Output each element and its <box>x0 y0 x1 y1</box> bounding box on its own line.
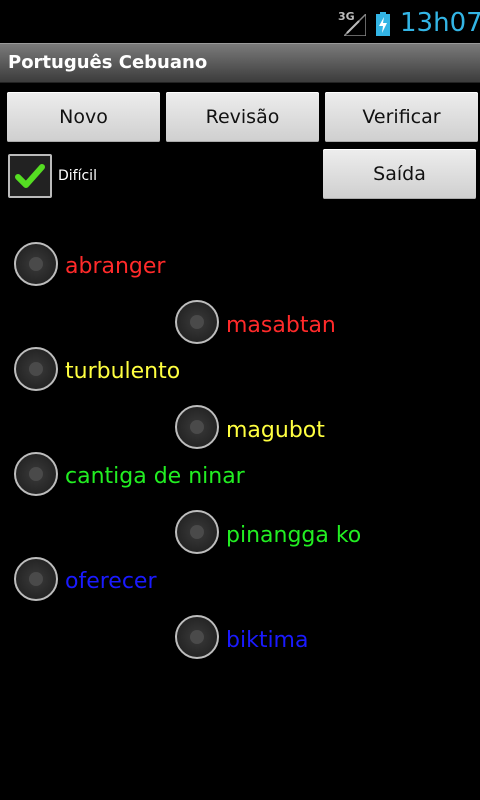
title-bar: Português Cebuano <box>0 43 480 83</box>
radio-button[interactable] <box>175 405 219 449</box>
radio-button[interactable] <box>175 300 219 344</box>
radio-button[interactable] <box>14 557 58 601</box>
signal-icon <box>344 14 366 36</box>
word-label[interactable]: oferecer <box>65 569 157 594</box>
radio-button[interactable] <box>14 452 58 496</box>
radio-button[interactable] <box>175 615 219 659</box>
verificar-button[interactable]: Verificar <box>325 92 478 142</box>
word-label[interactable]: turbulento <box>65 359 180 384</box>
word-label[interactable]: cantiga de ninar <box>65 464 245 489</box>
battery-charging-icon <box>376 12 390 36</box>
word-label[interactable]: magubot <box>226 418 325 443</box>
word-label[interactable]: pinangga ko <box>226 523 361 548</box>
novo-button[interactable]: Novo <box>7 92 160 142</box>
revisao-button[interactable]: Revisão <box>166 92 319 142</box>
word-label[interactable]: abranger <box>65 254 165 279</box>
clock: 13h07 <box>400 8 480 38</box>
word-label[interactable]: masabtan <box>226 313 336 338</box>
radio-button[interactable] <box>14 242 58 286</box>
word-label[interactable]: biktima <box>226 628 308 653</box>
radio-button[interactable] <box>14 347 58 391</box>
app-title: Português Cebuano <box>8 52 208 73</box>
radio-button[interactable] <box>175 510 219 554</box>
difficult-checkbox[interactable] <box>8 154 52 198</box>
saida-button[interactable]: Saída <box>323 149 476 199</box>
difficult-label: Difícil <box>58 168 97 184</box>
checkmark-icon <box>15 164 45 188</box>
